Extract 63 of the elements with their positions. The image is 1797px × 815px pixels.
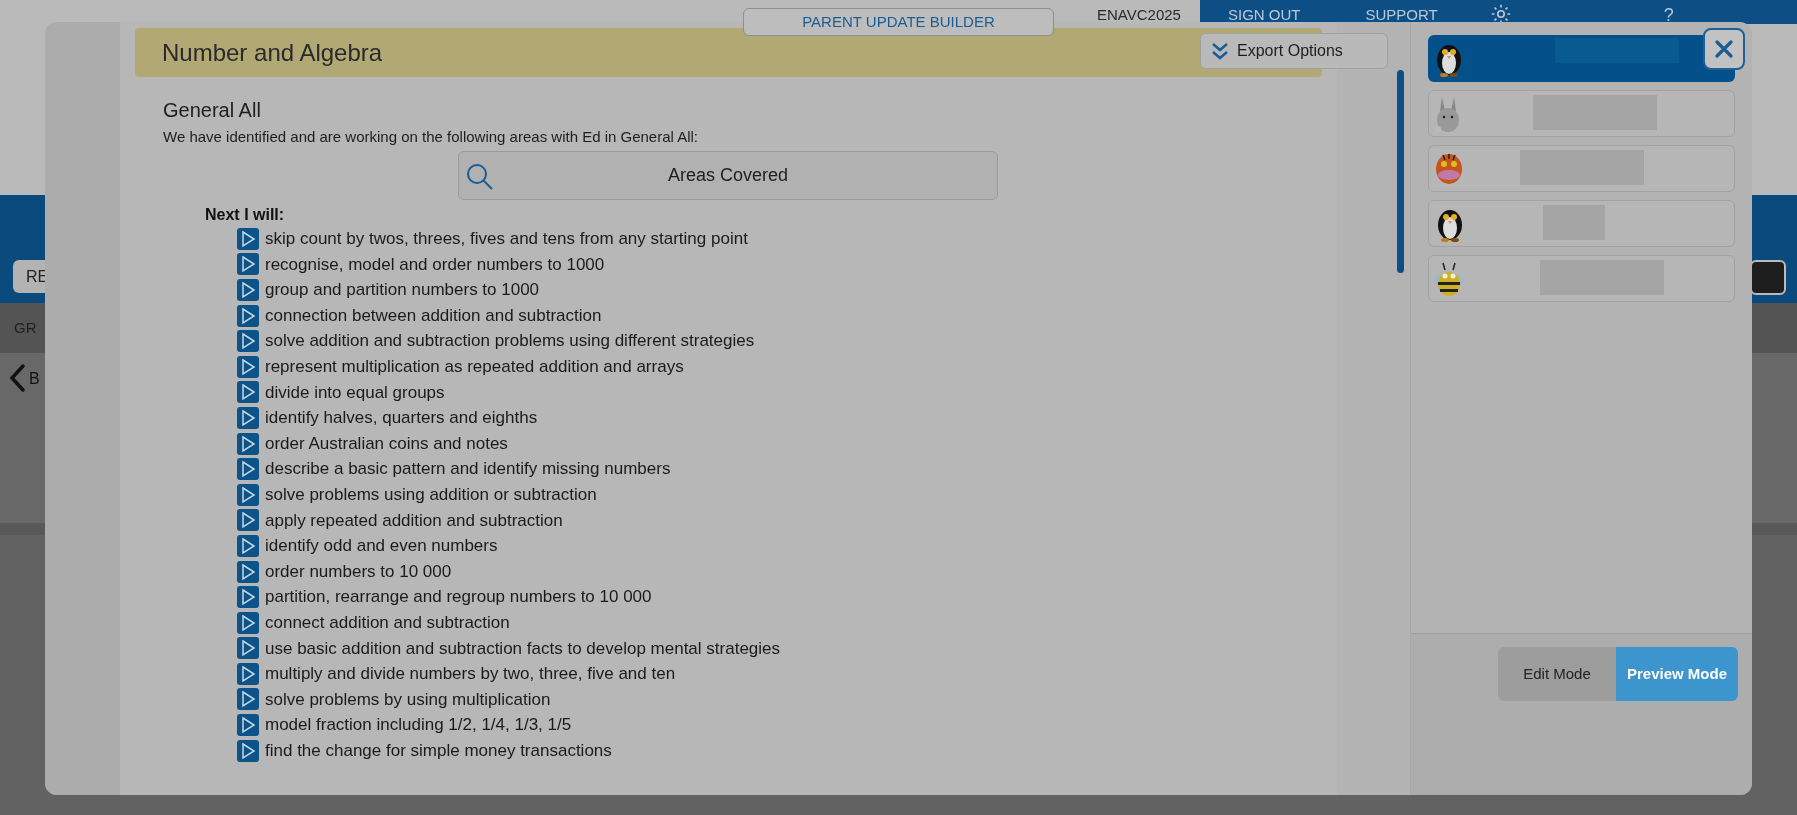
section-title: General All <box>163 98 262 123</box>
play-icon <box>237 279 259 301</box>
learning-goal-text: solve problems using addition or subtraction <box>265 484 597 506</box>
learning-goal-text: identify halves, quarters and eighths <box>265 407 538 430</box>
play-icon <box>237 739 259 762</box>
scrollbar-thumb[interactable] <box>1397 70 1404 273</box>
account-code: ENAVC2025 <box>1097 5 1181 25</box>
mode-button[interactable]: Preview Mode <box>1616 647 1738 701</box>
learning-goal-text: apply repeated addition and subtraction <box>265 509 563 532</box>
play-icon <box>237 304 259 327</box>
learning-goal-text: connection between addition and subtraction <box>265 304 602 327</box>
play-icon <box>237 560 259 583</box>
learning-goal-text: identify odd and even numbers <box>265 535 498 558</box>
learning-goal-text: partition, rearrange and regroup numbers to 10 000 <box>265 586 652 609</box>
learning-goal-text: solve problems by using multiplication <box>265 688 551 711</box>
student-card[interactable] <box>1428 145 1735 192</box>
intro-text: We have identified and are working on the following areas with Ed in General All: <box>163 127 700 147</box>
play-icon <box>237 458 259 481</box>
dark-button[interactable] <box>1750 260 1786 295</box>
play-icon <box>237 534 259 557</box>
learning-goal-text: group and partition numbers to 1000 <box>265 279 540 302</box>
learning-goal-text: solve addition and subtraction problems using different strategies <box>265 330 755 353</box>
student-card[interactable] <box>1428 200 1735 247</box>
learning-goal-text: represent multiplication as repeated addition and arrays <box>265 356 684 378</box>
learning-goal-text: order Australian coins and notes <box>265 432 508 455</box>
export-options-button[interactable]: Export Options <box>1200 33 1388 69</box>
learning-goal-text: skip count by twos, threes, fives and tens from any starting point <box>265 228 748 251</box>
play-icon <box>237 483 259 506</box>
learning-goal-text: find the change for simple money transactions <box>265 739 612 762</box>
play-icon <box>237 381 259 404</box>
play-icon <box>237 253 259 276</box>
list-heading: Next I will: <box>205 205 286 225</box>
learning-goal-text: model fraction including 1/2, 1/4, 1/3, 1/5 <box>265 714 572 737</box>
student-card[interactable] <box>1428 35 1735 82</box>
play-icon <box>237 227 259 250</box>
play-icon <box>237 688 259 711</box>
play-icon <box>237 406 259 429</box>
back-chevron-icon[interactable] <box>8 363 26 393</box>
mode-button[interactable]: Edit Mode <box>1498 647 1616 701</box>
double-chevron-icon <box>1211 41 1229 61</box>
learning-goal-text: use basic addition and subtraction facts to develop mental strategies <box>265 637 781 660</box>
areas-covered-button[interactable]: Areas Covered <box>458 151 998 200</box>
learning-goal-text: order numbers to 10 000 <box>265 560 452 583</box>
play-icon <box>237 662 259 685</box>
play-icon <box>237 637 259 660</box>
play-icon <box>237 714 259 737</box>
learning-goal-text: divide into equal groups <box>265 381 445 404</box>
learning-goal-text: describe a basic pattern and identify missing numbers <box>265 458 671 481</box>
search-icon <box>465 162 495 192</box>
learning-goal-text: recognise, model and order numbers to 1000 <box>265 253 605 276</box>
play-icon <box>237 586 259 609</box>
play-icon <box>237 611 259 634</box>
play-icon <box>237 330 259 353</box>
parent-update-builder-button[interactable]: PARENT UPDATE BUILDER <box>743 8 1054 36</box>
learning-goal-text: multiply and divide numbers by two, three, five and ten <box>265 663 676 686</box>
back-link[interactable]: B <box>29 367 40 391</box>
modal-title: Number and Algebra <box>162 37 383 68</box>
play-icon <box>237 355 259 378</box>
close-button[interactable] <box>1703 28 1745 70</box>
close-icon <box>1714 39 1734 59</box>
learning-goal-text: connect addition and subtraction <box>265 611 510 634</box>
play-icon <box>237 432 259 455</box>
play-icon <box>237 509 259 532</box>
